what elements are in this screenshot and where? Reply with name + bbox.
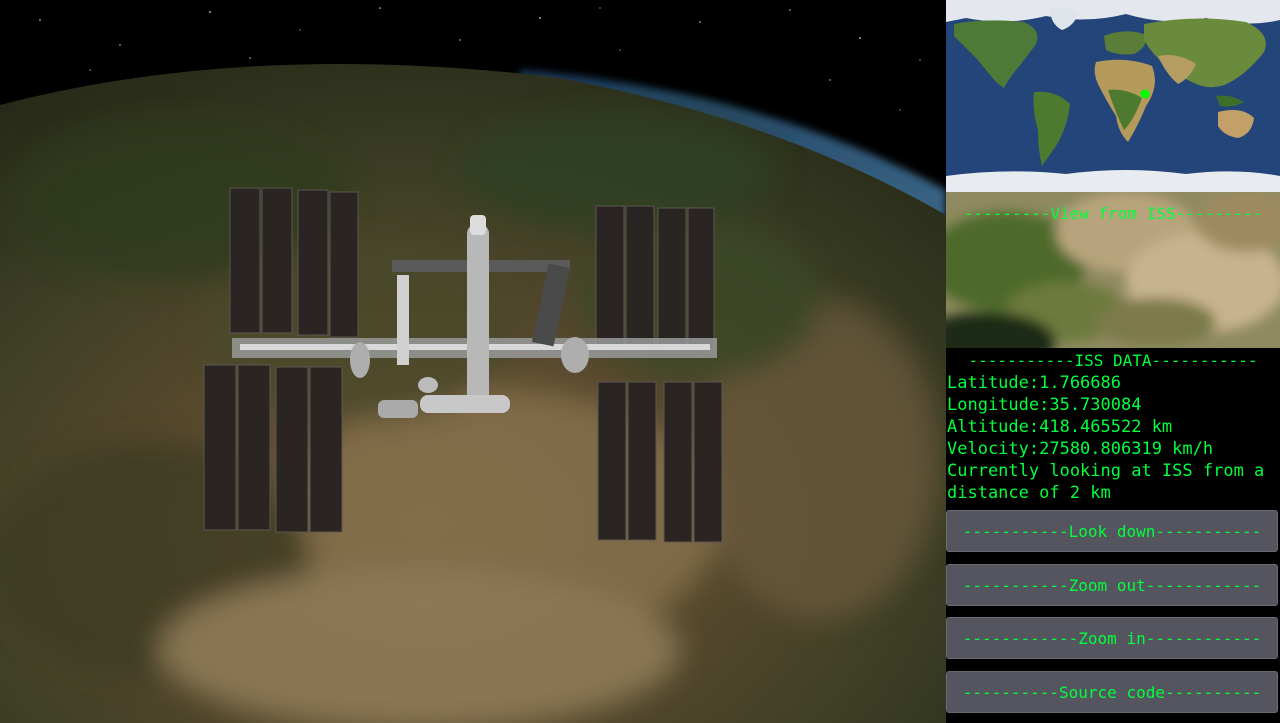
earth-and-iss-scene [0,0,946,723]
iss-data-readout: Latitude:1.766686 Longitude:35.730084 Al… [947,372,1277,504]
zoom-out-button[interactable]: -----------Zoom out------------ [946,564,1278,606]
view-from-iss: ---------View from ISS--------- [946,192,1280,348]
viewing-distance-readout: Currently looking at ISS from a distance… [947,461,1265,503]
longitude-readout: Longitude:35.730084 [947,395,1142,415]
zoom-in-button[interactable]: ------------Zoom in------------ [946,617,1278,659]
altitude-readout: Altitude:418.465522 km [947,417,1173,437]
velocity-readout: Velocity:27580.806319 km/h [947,439,1214,459]
world-map-image [946,0,1280,192]
iss-3d-view[interactable] [0,0,946,723]
side-panel: ---------View from ISS--------- --------… [946,0,1280,723]
latitude-readout: Latitude:1.766686 [947,373,1121,393]
iss-position-marker [1140,89,1150,99]
iss-data-title: -----------ISS DATA----------- [968,351,1258,370]
look-down-button[interactable]: -----------Look down----------- [946,510,1278,552]
view-from-iss-title: ---------View from ISS--------- [963,204,1263,223]
source-code-button[interactable]: ----------Source code---------- [946,671,1278,713]
world-minimap[interactable] [946,0,1280,192]
